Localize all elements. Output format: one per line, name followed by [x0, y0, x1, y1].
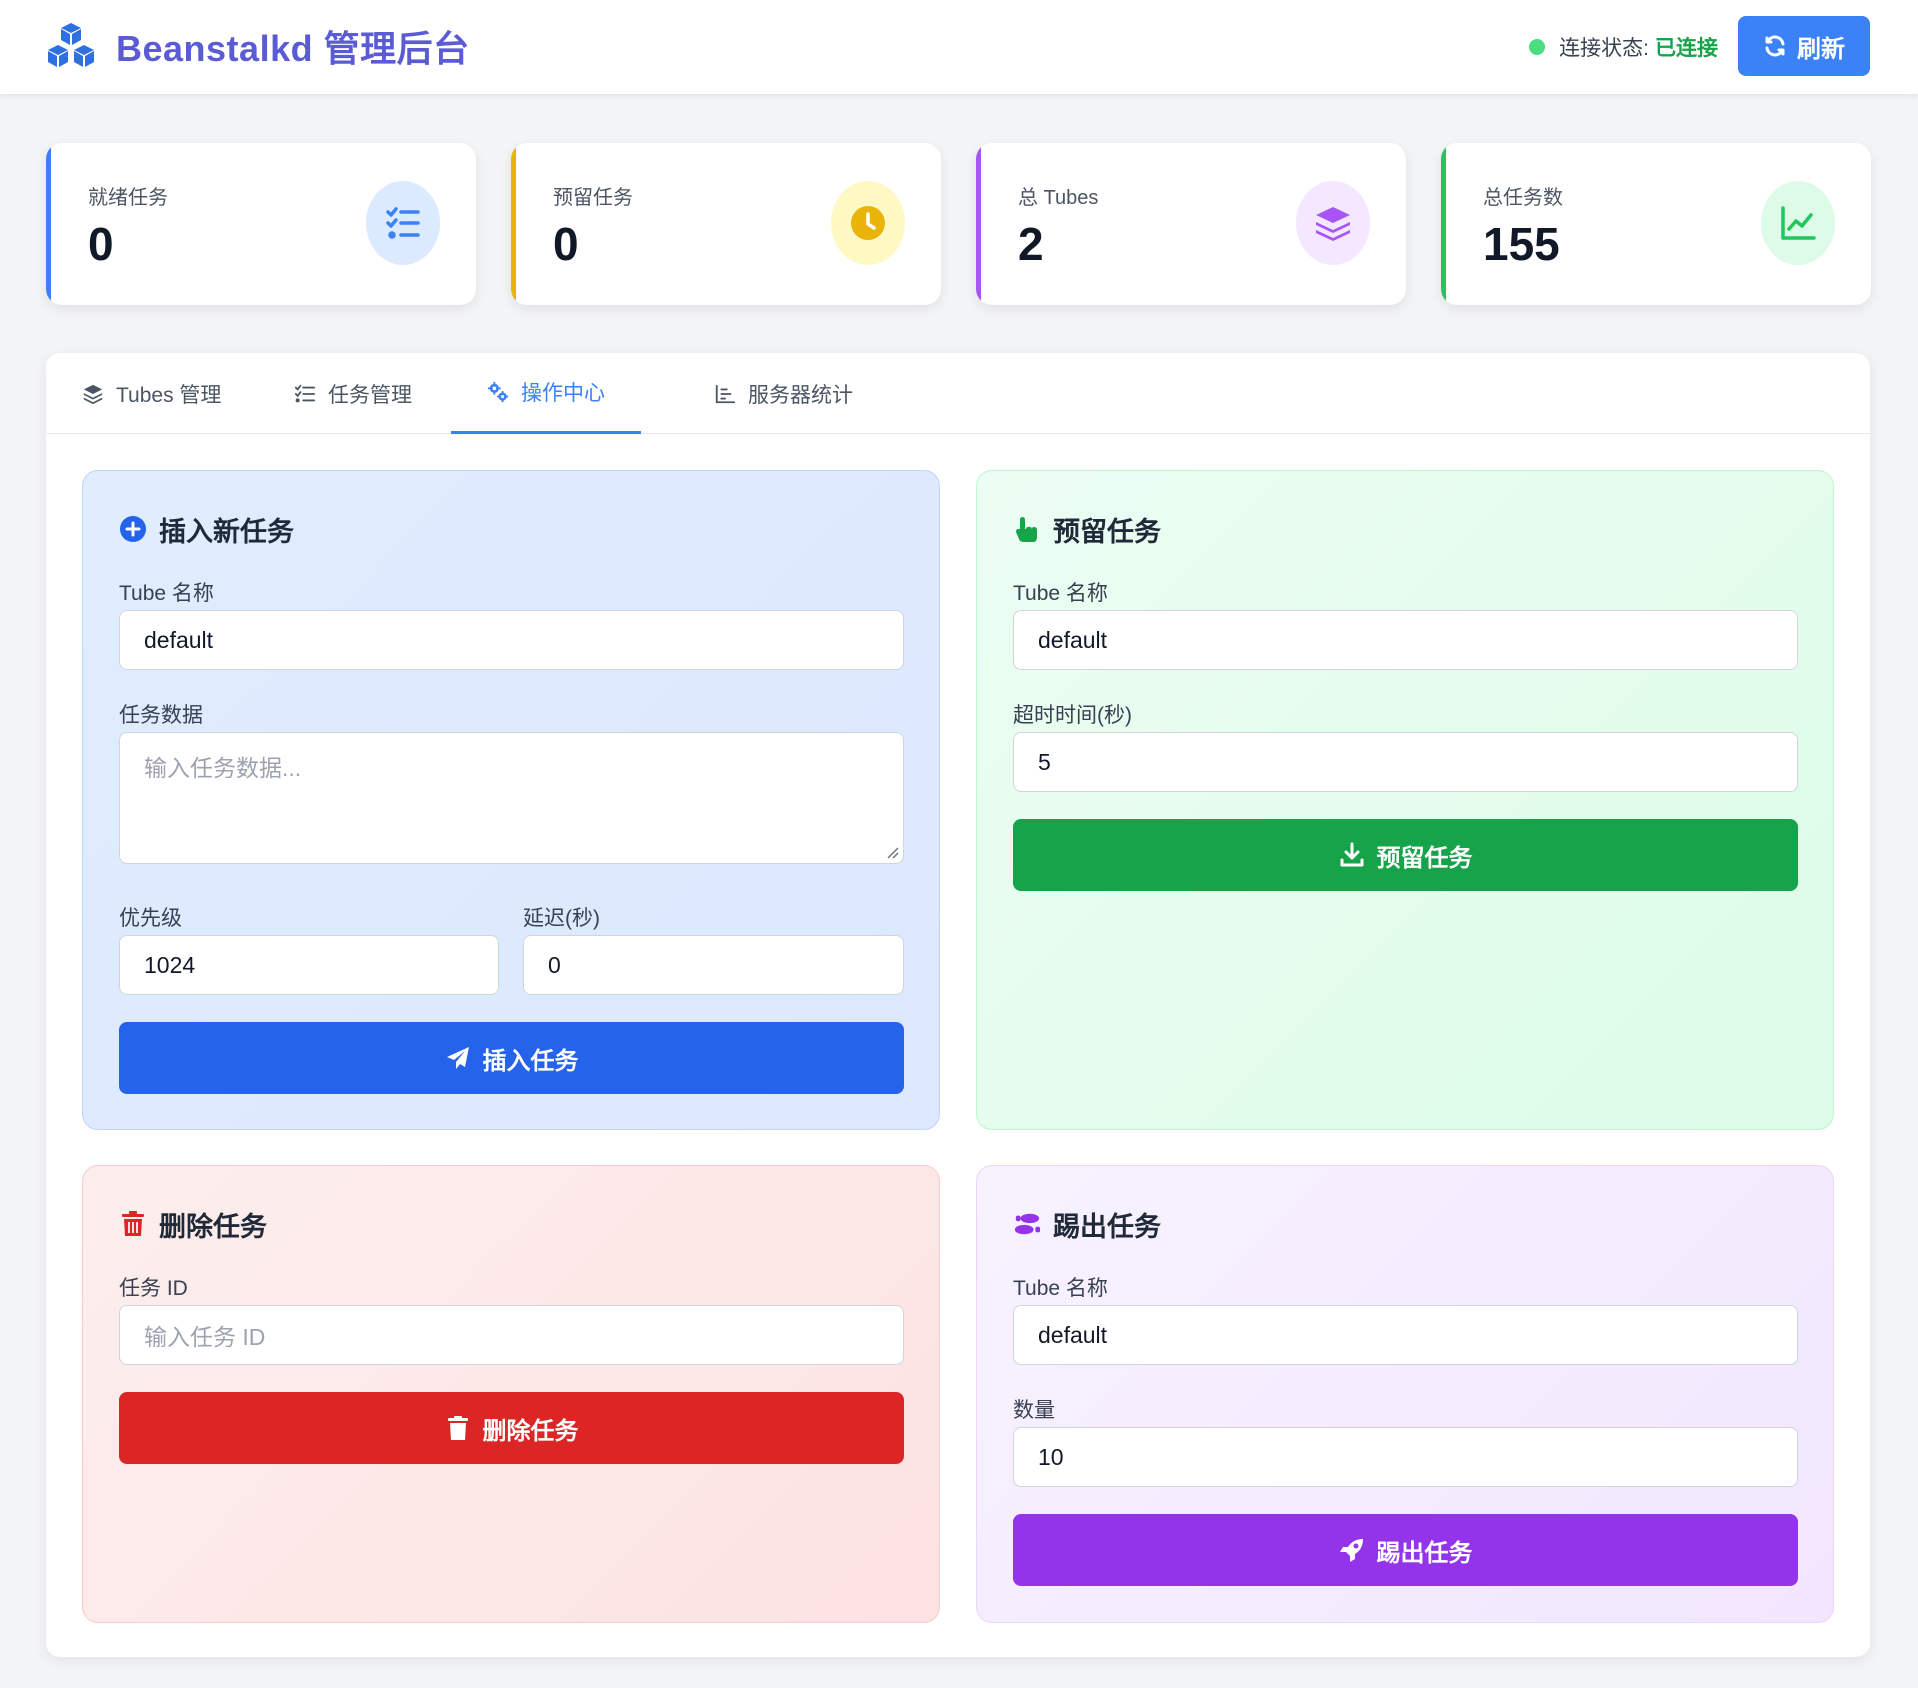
- delete-task-card: 删除任务 任务 ID 输入任务 ID 删除任务: [82, 1165, 940, 1623]
- tube-input[interactable]: default: [1013, 1305, 1798, 1365]
- refresh-icon: [1765, 35, 1785, 57]
- timeout-label: 超时时间(秒): [1013, 704, 1132, 727]
- data-textarea[interactable]: 输入任务数据...: [119, 732, 904, 864]
- tab-server-stats[interactable]: 服务器统计: [678, 353, 889, 434]
- stat-card-total: 总任务数 155: [1441, 143, 1871, 305]
- button-label: 删除任务: [482, 1417, 579, 1445]
- download-icon: [1340, 842, 1363, 867]
- stat-value: 155: [1483, 218, 1560, 270]
- refresh-label: 刷新: [1797, 35, 1845, 63]
- button-label: 插入任务: [482, 1047, 579, 1075]
- hand-pointer-icon: [1016, 517, 1037, 542]
- brand: Beanstalkd 管理后台: [44, 20, 470, 72]
- app-header: Beanstalkd 管理后台 连接状态: 已连接 刷新: [0, 0, 1918, 94]
- button-label: 踢出任务: [1376, 1539, 1473, 1567]
- plus-circle-icon: [120, 516, 146, 542]
- card-title-text: 踢出任务: [1053, 1211, 1161, 1242]
- stat-label: 预留任务: [553, 187, 633, 209]
- stat-card-reserved: 预留任务 0: [511, 143, 941, 305]
- tube-input[interactable]: default: [1013, 610, 1798, 670]
- layers-icon: [1296, 181, 1370, 265]
- refresh-button[interactable]: 刷新: [1738, 16, 1870, 76]
- clock-icon: [831, 181, 905, 265]
- delay-label: 延迟(秒): [523, 907, 600, 930]
- tab-tubes[interactable]: Tubes 管理: [46, 353, 257, 434]
- list-check-icon: [366, 181, 440, 265]
- stat-card-ready: 就绪任务 0: [46, 143, 476, 305]
- main-panel: Tubes 管理 任务管理 操作中心 服务器统计 插入新任务 Tube 名称 d…: [46, 353, 1870, 1657]
- stat-label: 总 Tubes: [1018, 187, 1099, 209]
- tab-tasks[interactable]: 任务管理: [258, 353, 448, 434]
- rocket-icon: [1339, 1539, 1363, 1562]
- tube-label: Tube 名称: [1013, 582, 1108, 605]
- button-label: 预留任务: [1376, 844, 1473, 872]
- count-label: 数量: [1013, 1399, 1055, 1422]
- card-title: 删除任务: [119, 1206, 267, 1242]
- stat-label: 就绪任务: [88, 187, 168, 209]
- priority-label: 优先级: [119, 907, 182, 930]
- stat-label: 总任务数: [1483, 187, 1563, 209]
- tab-bar: Tubes 管理 任务管理 操作中心 服务器统计: [46, 353, 1870, 434]
- card-title-text: 删除任务: [159, 1211, 267, 1242]
- tube-input[interactable]: default: [119, 610, 904, 670]
- card-title: 预留任务: [1013, 511, 1161, 547]
- card-title: 踢出任务: [1013, 1206, 1161, 1242]
- chart-line-icon: [1761, 181, 1835, 265]
- priority-input[interactable]: 1024: [119, 935, 499, 995]
- status-dot: [1529, 39, 1546, 55]
- connection-label: 连接状态:: [1559, 37, 1649, 60]
- tab-label: 服务器统计: [748, 383, 853, 407]
- kick-task-button[interactable]: 踢出任务: [1013, 1514, 1798, 1586]
- reserve-task-card: 预留任务 Tube 名称 default 超时时间(秒) 5 预留任务: [976, 470, 1834, 1130]
- card-title-text: 预留任务: [1053, 516, 1161, 547]
- kick-task-card: 踢出任务 Tube 名称 default 数量 10 踢出任务: [976, 1165, 1834, 1623]
- trash-icon: [122, 1211, 144, 1236]
- timeout-input[interactable]: 5: [1013, 732, 1798, 792]
- card-title: 插入新任务: [119, 511, 294, 547]
- cubes-icon: [48, 23, 94, 67]
- count-input[interactable]: 10: [1013, 1427, 1798, 1487]
- insert-task-card: 插入新任务 Tube 名称 default 任务数据 输入任务数据... 优先级…: [82, 470, 940, 1130]
- delay-input[interactable]: 0: [523, 935, 904, 995]
- data-placeholder: 输入任务数据...: [144, 755, 302, 781]
- stat-value: 0: [553, 218, 579, 270]
- list-check-icon: [294, 384, 316, 402]
- stat-value: 0: [88, 218, 114, 270]
- paper-plane-icon: [446, 1047, 469, 1069]
- tab-label: 任务管理: [328, 383, 412, 407]
- stat-value: 2: [1018, 218, 1044, 270]
- connection-value: 已连接: [1655, 37, 1718, 60]
- tube-label: Tube 名称: [1013, 1277, 1108, 1300]
- resize-grip-icon[interactable]: [885, 845, 899, 859]
- task-id-input[interactable]: 输入任务 ID: [119, 1305, 904, 1365]
- layers-icon: [83, 384, 103, 404]
- chart-bar-icon: [715, 384, 736, 403]
- tab-label: 操作中心: [521, 382, 605, 405]
- reserve-task-button[interactable]: 预留任务: [1013, 819, 1798, 891]
- shoe-prints-icon: [1014, 1213, 1041, 1235]
- data-label: 任务数据: [119, 704, 203, 727]
- tab-label: Tubes 管理: [116, 383, 222, 407]
- id-label: 任务 ID: [119, 1277, 188, 1300]
- card-title-text: 插入新任务: [159, 516, 294, 547]
- tab-operations[interactable]: 操作中心: [451, 353, 641, 434]
- trash-icon: [447, 1416, 468, 1440]
- stat-card-tubes: 总 Tubes 2: [976, 143, 1406, 305]
- delete-task-button[interactable]: 删除任务: [119, 1392, 904, 1464]
- app-title: Beanstalkd 管理后台: [116, 28, 470, 69]
- insert-task-button[interactable]: 插入任务: [119, 1022, 904, 1094]
- gears-icon: [487, 381, 509, 403]
- connection-status: 连接状态: 已连接: [1529, 30, 1718, 64]
- tube-label: Tube 名称: [119, 582, 214, 605]
